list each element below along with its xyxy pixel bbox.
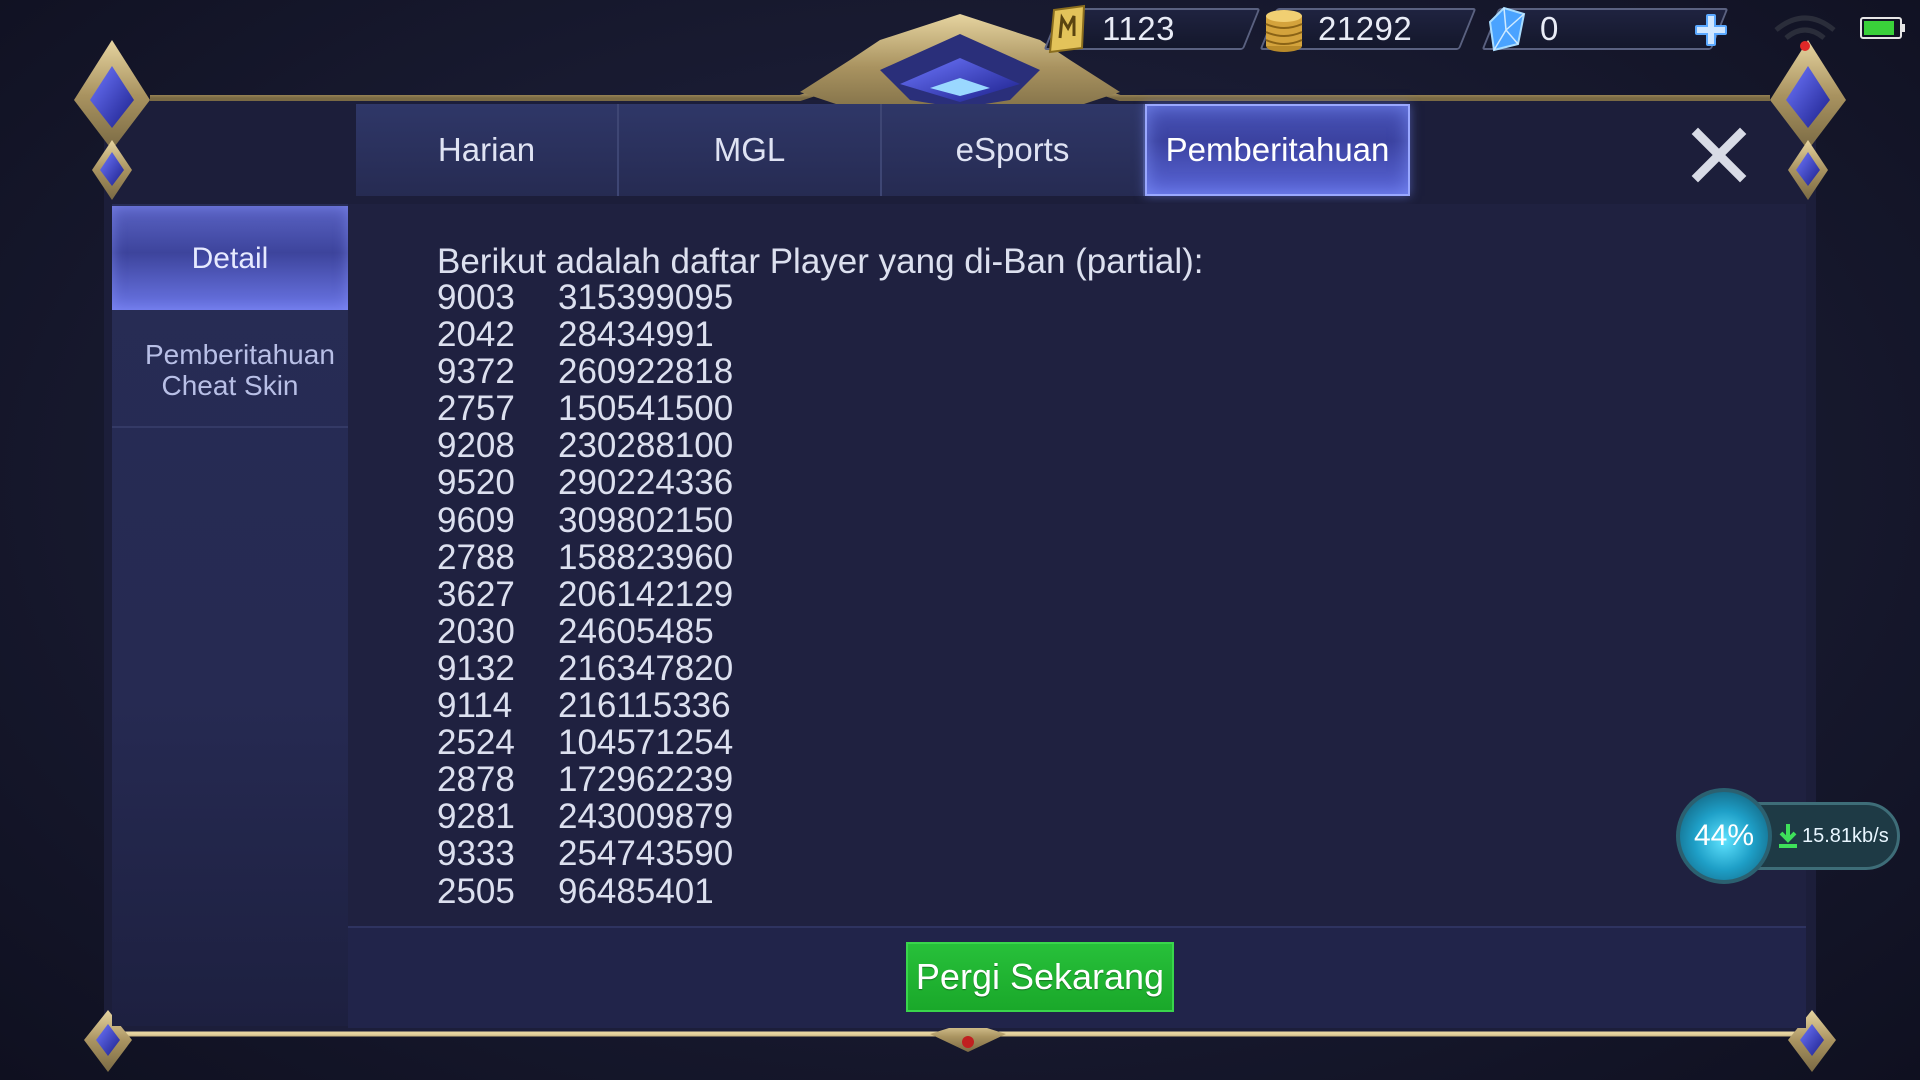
- ban-row: 2524 104571254: [437, 724, 733, 761]
- ban-server-id: 2030: [437, 611, 515, 651]
- ban-server-id: 9132: [437, 648, 515, 688]
- ban-player-id: 172962239: [558, 760, 734, 800]
- download-progress: 44%: [1676, 788, 1772, 884]
- ban-server-id: 9208: [437, 426, 515, 466]
- sidebar-item-detail[interactable]: Detail: [112, 206, 348, 310]
- ban-row: 3627 206142129: [437, 576, 733, 613]
- ban-player-id: 206142129: [558, 574, 734, 614]
- ban-row: 2030 24605485: [437, 613, 733, 650]
- ban-row: 9003 315399095: [437, 279, 733, 316]
- sidebar-item-label: Pemberitahuan Cheat Skin: [145, 339, 335, 401]
- ban-server-id: 9372: [437, 352, 515, 392]
- diamond-count: 0: [1540, 10, 1559, 47]
- ban-server-id: 2042: [437, 315, 515, 355]
- screen: 1123 21292 0 Harian MGL eSports Pemberit…: [0, 0, 1920, 1080]
- ban-row: 2505 96485401: [437, 871, 733, 911]
- diamond-counter[interactable]: 0: [1481, 6, 1729, 52]
- sidebar-item-cheat-skin[interactable]: Pemberitahuan Cheat Skin: [112, 314, 348, 428]
- tab-mgl[interactable]: MGL: [619, 104, 882, 196]
- ban-player-id: 254743590: [558, 834, 734, 874]
- sidebar: Detail Pemberitahuan Cheat Skin: [112, 204, 348, 1026]
- ban-player-id: 290224336: [558, 463, 734, 503]
- tab-esports[interactable]: eSports: [882, 104, 1145, 196]
- tab-pemberitahuan[interactable]: Pemberitahuan: [1145, 104, 1410, 196]
- ban-server-id: 9333: [437, 834, 515, 874]
- ticket-count: 1123: [1102, 10, 1175, 47]
- ban-server-id: 9281: [437, 797, 515, 837]
- ban-server-id: 2524: [437, 723, 515, 763]
- ban-server-id: 9114: [437, 686, 513, 726]
- download-arrow-icon: [1779, 824, 1797, 848]
- coin-stack-icon: [1265, 10, 1303, 52]
- ban-player-id: 230288100: [558, 426, 734, 466]
- tab-label: Pemberitahuan: [1165, 131, 1390, 168]
- ban-player-id: 216347820: [558, 648, 734, 688]
- ban-server-id: 2878: [437, 760, 515, 800]
- ban-player-id: 309802150: [558, 500, 734, 540]
- notice-heading: Berikut adalah daftar Player yang di-Ban…: [437, 242, 1204, 281]
- ban-row: 9609 309802150: [437, 500, 734, 540]
- ban-row: 9132 216347820: [437, 650, 733, 687]
- ban-server-id: 9003: [437, 278, 515, 317]
- ban-server-id: 9520: [437, 463, 515, 503]
- ban-row: 2042 28434991: [437, 316, 733, 353]
- download-percent: 44%: [1693, 819, 1755, 852]
- ban-player-id: 150541500: [558, 389, 734, 429]
- topup-plus-icon[interactable]: [1691, 10, 1731, 50]
- ban-player-id: 96485401: [558, 871, 714, 911]
- tab-harian[interactable]: Harian: [356, 104, 619, 196]
- ban-server-id: 2757: [437, 389, 515, 429]
- ban-player-id: 28434991: [558, 315, 714, 355]
- notice-content[interactable]: Berikut adalah daftar Player yang di-Ban…: [348, 204, 1806, 926]
- tab-bar: Harian MGL eSports Pemberitahuan: [356, 104, 1410, 196]
- notice-footer: Pergi Sekarang: [348, 926, 1806, 1028]
- battery-icon: [1860, 17, 1905, 39]
- battle-points-count: 21292: [1318, 10, 1413, 47]
- sidebar-item-label: Detail: [191, 241, 269, 275]
- wifi-signal-icon: [1774, 15, 1836, 51]
- ban-player-id: 315399095: [558, 278, 734, 317]
- ticket-counter[interactable]: 1123: [1043, 4, 1261, 54]
- ban-player-id: 260922818: [558, 352, 734, 392]
- ban-row: 9281 243009879: [437, 798, 733, 835]
- ban-player-id: 216115336: [558, 686, 731, 726]
- battle-points-counter[interactable]: 21292: [1259, 8, 1477, 52]
- ban-row: 2788 158823960: [437, 539, 733, 576]
- ban-row: 9372 260922818: [437, 353, 733, 390]
- ban-row: 9520 290224336: [437, 464, 733, 501]
- ban-player-id: 243009879: [558, 797, 734, 837]
- ban-player-id: 158823960: [558, 537, 734, 577]
- tab-label: Harian: [437, 131, 536, 168]
- close-icon[interactable]: [1690, 126, 1748, 184]
- ban-list: 9003 315399095 2042 28434991 9372 260922818 27…: [437, 279, 733, 910]
- download-speed: 15.81kb/s: [1802, 825, 1889, 847]
- ban-server-id: 2788: [437, 537, 515, 577]
- ban-row: 9208 230288100: [437, 427, 733, 464]
- ban-player-id: 104571254: [558, 723, 734, 763]
- download-widget[interactable]: 15.81kb/s 44%: [1676, 788, 1902, 884]
- ban-row: 2757 150541500: [437, 390, 733, 427]
- ban-server-id: 2505: [437, 871, 515, 911]
- ban-row: 9114 216115336: [437, 687, 733, 724]
- ticket-icon: [1048, 4, 1086, 54]
- tab-label: MGL: [713, 131, 786, 168]
- ban-server-id: 3627: [437, 574, 515, 614]
- ban-row: 9333 254743590: [437, 835, 733, 872]
- ban-player-id: 24605485: [558, 611, 714, 651]
- go-now-button[interactable]: Pergi Sekarang: [906, 942, 1174, 1012]
- tab-label: eSports: [955, 131, 1070, 168]
- ban-server-id: 9609: [437, 500, 515, 540]
- diamond-icon: [1488, 6, 1526, 52]
- ban-row: 2878 172962239: [437, 761, 733, 798]
